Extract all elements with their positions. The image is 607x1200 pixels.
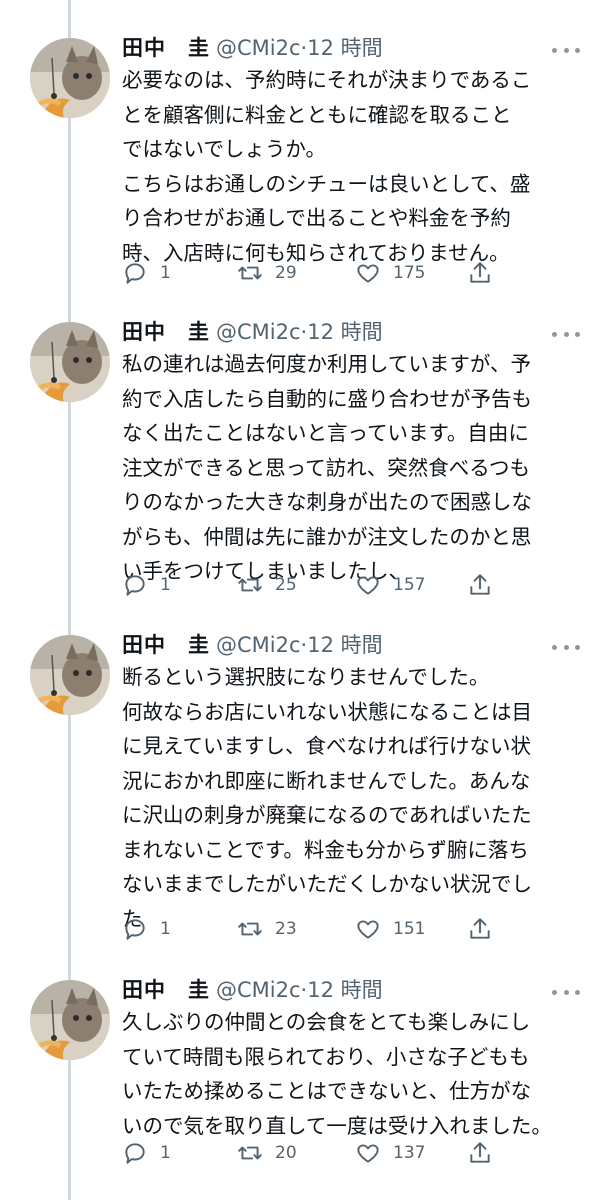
avatar[interactable]	[30, 980, 110, 1060]
reply-button[interactable]: 1	[122, 914, 171, 944]
like-count: 157	[393, 575, 426, 595]
heart-icon	[357, 576, 379, 595]
like-count: 175	[393, 263, 426, 283]
share-icon	[470, 262, 490, 283]
like-count: 137	[393, 1143, 426, 1163]
reply-count: 1	[160, 1143, 171, 1163]
retweet-count: 20	[275, 1143, 297, 1163]
retweet-count: 25	[275, 575, 297, 595]
share-icon	[470, 1142, 490, 1163]
reply-button[interactable]: 1	[122, 1138, 171, 1168]
like-count: 151	[393, 919, 426, 939]
tweet-text: 断るという選択肢になりませんでした。 何故ならお店にいれない状態になることは目 …	[122, 665, 532, 931]
share-button[interactable]	[467, 258, 505, 288]
reply-icon	[125, 1143, 145, 1164]
tweet-actions: 1 20 137	[122, 1138, 582, 1168]
display-name[interactable]: 田中圭	[122, 36, 210, 60]
retweet-button[interactable]: 29	[237, 258, 297, 288]
heart-icon	[357, 264, 379, 283]
user-handle[interactable]: @CMi2c	[216, 633, 301, 657]
reply-icon	[125, 575, 145, 596]
retweet-icon	[238, 922, 262, 936]
reply-count: 1	[160, 919, 171, 939]
tweet-actions: 1 29 175	[122, 258, 582, 288]
display-name[interactable]: 田中圭	[122, 320, 210, 344]
timestamp[interactable]: 12 時間	[307, 633, 382, 657]
retweet-count: 29	[275, 263, 297, 283]
retweet-icon	[238, 1146, 262, 1160]
like-button[interactable]: 157	[355, 570, 425, 600]
reply-icon	[125, 919, 145, 940]
cat-avatar-image	[30, 980, 110, 1060]
reply-count: 1	[160, 263, 171, 283]
more-options-icon[interactable]	[552, 40, 580, 60]
retweet-icon	[238, 266, 262, 280]
retweet-count: 23	[275, 919, 297, 939]
heart-icon	[357, 920, 379, 939]
avatar[interactable]	[30, 38, 110, 118]
like-button[interactable]: 151	[355, 914, 425, 944]
reply-button[interactable]: 1	[122, 570, 171, 600]
share-button[interactable]	[467, 914, 505, 944]
user-handle[interactable]: @CMi2c	[216, 978, 301, 1002]
retweet-button[interactable]: 23	[237, 914, 297, 944]
tweet-header: 田中圭 @CMi2c·12 時間	[122, 317, 383, 347]
avatar[interactable]	[30, 322, 110, 402]
share-button[interactable]	[467, 570, 505, 600]
tweet-header: 田中圭 @CMi2c·12 時間	[122, 33, 383, 63]
user-handle[interactable]: @CMi2c	[216, 320, 301, 344]
like-button[interactable]: 137	[355, 1138, 425, 1168]
timestamp[interactable]: 12 時間	[307, 320, 382, 344]
tweet-text: 私の連れは過去何度か利用していますが、予 約で入店したら自動的に盛り合わせが予告…	[122, 352, 532, 583]
tweet-text: 必要なのは、予約時にそれが決まりであるこ とを顧客側に料金とともに確認を取ること…	[122, 68, 532, 265]
timestamp[interactable]: 12 時間	[307, 36, 382, 60]
reply-icon	[125, 263, 145, 284]
cat-avatar-image	[30, 38, 110, 118]
tweet-actions: 1 23 151	[122, 914, 582, 944]
tweet-header: 田中圭 @CMi2c·12 時間	[122, 975, 383, 1005]
cat-avatar-image	[30, 322, 110, 402]
tweet-header: 田中圭 @CMi2c·12 時間	[122, 630, 383, 660]
retweet-button[interactable]: 20	[237, 1138, 297, 1168]
tweet-text: 久しぶりの仲間との会食をとても楽しみにし ていて時間も限られており、小さな子ども…	[122, 1010, 552, 1138]
retweet-icon	[238, 578, 262, 592]
avatar[interactable]	[30, 635, 110, 715]
display-name[interactable]: 田中圭	[122, 978, 210, 1002]
tweet-actions: 1 25 157	[122, 570, 582, 600]
reply-count: 1	[160, 575, 171, 595]
reply-button[interactable]: 1	[122, 258, 171, 288]
timestamp[interactable]: 12 時間	[307, 978, 382, 1002]
more-options-icon[interactable]	[552, 324, 580, 344]
more-options-icon[interactable]	[552, 982, 580, 1002]
heart-icon	[357, 1144, 379, 1163]
like-button[interactable]: 175	[355, 258, 425, 288]
retweet-button[interactable]: 25	[237, 570, 297, 600]
share-icon	[470, 574, 490, 595]
more-options-icon[interactable]	[552, 637, 580, 657]
display-name[interactable]: 田中圭	[122, 633, 210, 657]
share-icon	[470, 918, 490, 939]
user-handle[interactable]: @CMi2c	[216, 36, 301, 60]
cat-avatar-image	[30, 635, 110, 715]
share-button[interactable]	[467, 1138, 505, 1168]
